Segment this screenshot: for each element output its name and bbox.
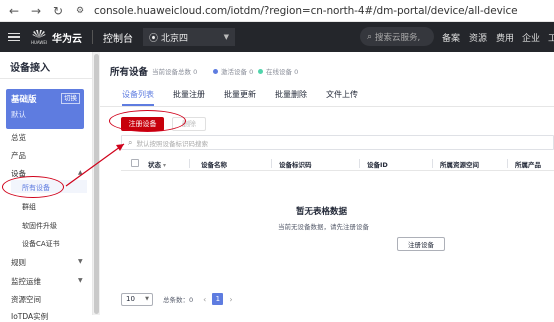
nav-billing[interactable]: 费用 [496, 22, 514, 52]
region-selector[interactable]: ⦿ 北京四 ▼ [143, 28, 235, 46]
huawei-logo[interactable]: HUAWEI [30, 29, 48, 45]
sidebar-scrollbar-thumb[interactable] [94, 54, 99, 314]
device-search-placeholder: 默认按照设备标识码搜索 [136, 139, 208, 148]
pagination: 10 ▼ 总条数：0 ‹ 1 › [121, 292, 233, 306]
tab-batch-register[interactable]: 批量注册 [173, 89, 205, 100]
reload-icon[interactable]: ↻ [50, 3, 66, 19]
tab-device-list[interactable]: 设备列表 [122, 89, 154, 100]
search-icon: ⌕ [367, 31, 373, 42]
page-size-value: 10 [126, 295, 135, 303]
tab-file-upload[interactable]: 文件上传 [326, 89, 358, 100]
menu-icon[interactable] [8, 32, 20, 42]
nav-filing[interactable]: 备案 [442, 22, 460, 52]
empty-register-device-button[interactable]: 注册设备 [397, 237, 445, 251]
table-header: 状态 ▾ 设备名称 设备标识码 设备ID 所属资源空间 所属产品 [121, 156, 554, 171]
column-device-identifier[interactable]: 设备标识码 [279, 159, 312, 169]
location-icon: ⦿ [149, 33, 159, 44]
sidebar-item-overview[interactable]: 总览 [11, 132, 26, 143]
chevron-down-icon[interactable]: ▼ [78, 258, 83, 265]
current-page-button[interactable]: 1 [212, 293, 224, 305]
back-icon[interactable]: ← [6, 3, 22, 19]
cloud-service-search[interactable]: ⌕ 搜索云服务, [360, 27, 434, 46]
forward-icon[interactable]: → [28, 3, 44, 19]
stat-total: 当前设备总数 0 [152, 66, 197, 76]
edition-card[interactable]: 基础版 默认 切换 [6, 89, 84, 129]
edition-instance: 默认 [11, 110, 26, 119]
tab-bar: 设备列表 批量注册 批量更新 批量删除 文件上传 [100, 89, 554, 107]
sidebar-item-resource-space[interactable]: 资源空间 [11, 294, 41, 305]
sidebar-item-product[interactable]: 产品 [11, 150, 26, 161]
column-product[interactable]: 所属产品 [515, 159, 541, 169]
next-page-icon[interactable]: › [229, 295, 232, 304]
sidebar-item-rules[interactable]: 规则 [11, 257, 26, 268]
tab-batch-delete[interactable]: 批量删除 [275, 89, 307, 100]
stat-total-label: 当前设备总数 0 [152, 68, 198, 76]
chevron-down-icon: ▼ [145, 296, 149, 302]
browser-url-bar: ← → ↻ ⚙ console.huaweicloud.com/iotdm/?r… [0, 0, 554, 22]
sidebar-item-device-ca[interactable]: 设备CA证书 [22, 239, 60, 249]
nav-tools[interactable]: 工 [548, 22, 554, 52]
column-divider [432, 159, 433, 168]
edition-switch-button[interactable]: 切换 [61, 93, 80, 104]
annotation-circle-register [109, 110, 186, 132]
device-search-input[interactable]: ⌕ 默认按照设备标识码搜索 [121, 135, 554, 150]
chevron-down-icon[interactable]: ▼ [78, 277, 83, 284]
page-title: 所有设备 [110, 67, 149, 78]
column-divider [507, 159, 508, 168]
stat-online: 在线设备 0 [258, 66, 298, 76]
search-placeholder: 搜索云服务, [375, 32, 421, 43]
sidebar-item-firmware[interactable]: 软固件升级 [22, 221, 57, 231]
column-status[interactable]: 状态 ▾ [148, 159, 166, 169]
tab-batch-update[interactable]: 批量更新 [224, 89, 256, 100]
column-device-name[interactable]: 设备名称 [201, 159, 227, 169]
sidebar-item-group[interactable]: 群组 [22, 202, 36, 212]
empty-state-title: 暂无表格数据 [296, 207, 348, 217]
console-top-bar: HUAWEI 华为云 控制台 ⦿ 北京四 ▼ ⌕ 搜索云服务, 备案 资源 费用… [0, 22, 554, 52]
column-divider [189, 159, 190, 168]
region-label: 北京四 [161, 33, 189, 44]
prev-page-icon[interactable]: ‹ [203, 295, 206, 304]
url-text[interactable]: console.huaweicloud.com/iotdm/?region=cn… [94, 5, 518, 17]
empty-state-description: 当前无设备数据，请先注册设备 [278, 223, 369, 231]
total-count: 总条数：0 [163, 296, 194, 304]
column-resource-space[interactable]: 所属资源空间 [440, 159, 479, 169]
sidebar-divider [0, 78, 93, 79]
nav-enterprise[interactable]: 企业 [522, 22, 540, 52]
chevron-down-icon: ▼ [223, 33, 229, 41]
online-dot-icon [258, 68, 263, 74]
column-divider [359, 159, 360, 168]
nav-resources[interactable]: 资源 [469, 22, 487, 52]
sidebar-item-monitoring[interactable]: 监控运维 [11, 276, 41, 287]
edition-name: 基础版 [11, 95, 37, 105]
site-info-icon[interactable]: ⚙ [72, 3, 88, 19]
logo-word: HUAWEI [30, 40, 48, 45]
annotation-circle-sidebar [2, 176, 64, 198]
sidebar-title: 设备接入 [10, 63, 50, 74]
activated-dot-icon [213, 68, 218, 74]
sidebar-item-instance[interactable]: IoTDA实例 [11, 311, 48, 322]
topbar-divider [92, 30, 93, 44]
filter-icon[interactable]: ▾ [163, 162, 166, 169]
main-content: 所有设备 当前设备总数 0 激活设备 0 在线设备 0 设备列表 批量注册 批量… [100, 52, 554, 315]
column-divider [271, 159, 272, 168]
stat-activated-label: 激活设备 0 [221, 68, 254, 76]
stat-online-label: 在线设备 0 [266, 68, 299, 76]
select-all-checkbox[interactable] [131, 159, 139, 167]
brand-name[interactable]: 华为云 [52, 30, 82, 45]
search-icon: ⌕ [128, 137, 133, 147]
console-link[interactable]: 控制台 [103, 30, 133, 45]
huawei-logo-icon [32, 30, 46, 38]
page-size-select[interactable]: 10 ▼ [121, 292, 153, 306]
active-tab-indicator [122, 104, 154, 106]
column-device-id[interactable]: 设备ID [367, 159, 388, 169]
chevron-up-icon[interactable]: ▲ [78, 169, 83, 176]
column-status-label: 状态 [148, 161, 161, 169]
stat-activated: 激活设备 0 [213, 66, 253, 76]
